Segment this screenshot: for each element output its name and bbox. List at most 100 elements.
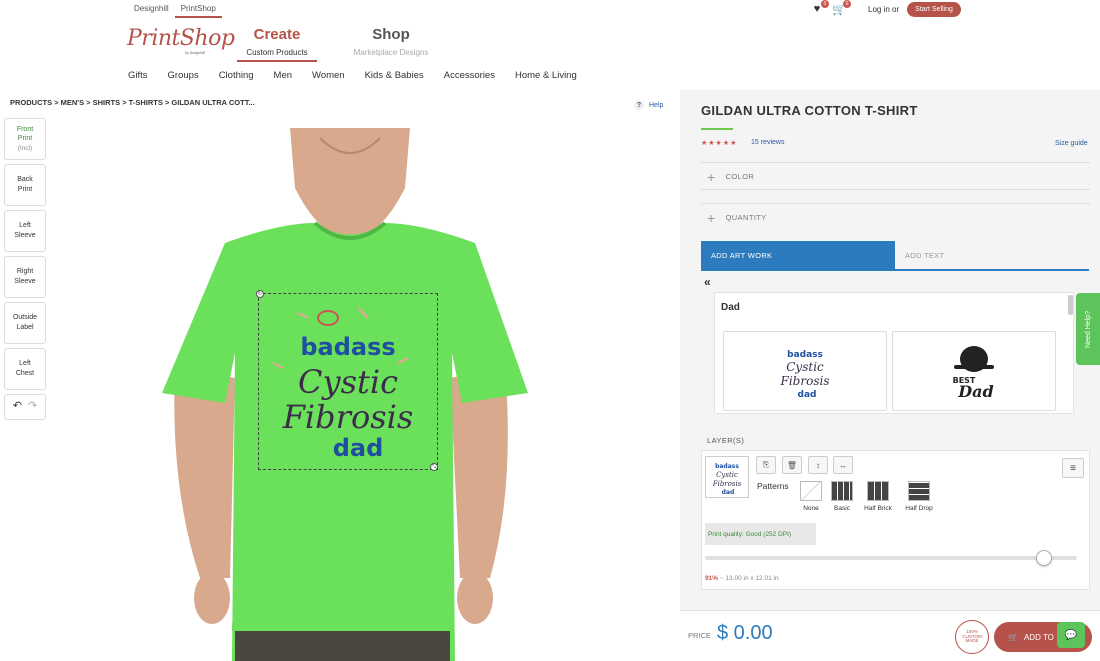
- undo-redo-group: ↶ ↷: [4, 394, 46, 420]
- scale-slider-track[interactable]: [705, 556, 1077, 560]
- plus-icon: +: [707, 168, 716, 185]
- layer-thumbnail-art: badass Cystic Fibrosis dad: [712, 463, 742, 496]
- header-right: ♥ 0 🛒 0 Log in or Start Selling: [810, 0, 961, 18]
- start-selling-button[interactable]: Start Selling: [907, 1, 961, 17]
- svg-text:Cystic: Cystic: [716, 471, 738, 479]
- nav-home-living[interactable]: Home & Living: [515, 70, 577, 81]
- help-link[interactable]: ? Help: [634, 100, 663, 110]
- logo-subtext: by designhill: [185, 50, 205, 55]
- help-label: Help: [649, 101, 664, 109]
- layers-label: LAYER(S): [707, 436, 745, 445]
- printshop-logo[interactable]: PrintShop by designhill: [127, 26, 235, 55]
- nav-men[interactable]: Men: [274, 70, 292, 81]
- rotate-handle-icon[interactable]: ↻: [256, 290, 264, 298]
- nav-create-title: Create: [253, 26, 301, 43]
- tab-add-artwork[interactable]: ADD ART WORK: [701, 241, 895, 269]
- pattern-basic-swatch: [831, 481, 853, 501]
- nav-gifts[interactable]: Gifts: [128, 70, 148, 81]
- nav-clothing[interactable]: Clothing: [219, 70, 254, 81]
- patterns-label: Patterns: [757, 481, 789, 491]
- svg-text:badass: badass: [715, 463, 739, 470]
- flip-vertical-icon[interactable]: ↕: [808, 456, 828, 474]
- category-nav: Gifts Groups Clothing Men Women Kids & B…: [128, 70, 597, 81]
- undo-icon[interactable]: ↶: [13, 399, 22, 414]
- pattern-none-swatch: [800, 481, 822, 501]
- cart-icon: 🛒: [1008, 632, 1018, 642]
- left-chest-button[interactable]: Left Chest: [4, 348, 46, 390]
- artwork-card[interactable]: badass Cystic Fibrosis dad: [723, 331, 887, 411]
- right-sleeve-button[interactable]: Right Sleeve: [4, 256, 46, 298]
- plus-icon: +: [707, 209, 716, 226]
- layer-menu-icon[interactable]: ≡: [1062, 458, 1084, 478]
- reviews-link[interactable]: 15 reviews: [751, 139, 784, 146]
- pattern-half-drop-option[interactable]: Half Drop: [899, 481, 939, 512]
- help-icon: ?: [634, 100, 644, 110]
- wishlist-icon[interactable]: ♥ 0: [810, 0, 829, 15]
- back-print-button[interactable]: Back Print: [4, 164, 46, 206]
- tab-add-text[interactable]: ADD TEXT: [895, 241, 1089, 269]
- pattern-half-brick-option[interactable]: Half Brick: [858, 481, 898, 512]
- title-underline: [701, 128, 733, 130]
- add-to-cart-label: ADD TO: [1023, 632, 1054, 642]
- pattern-half-brick-swatch: [867, 481, 889, 501]
- pattern-basic-option[interactable]: Basic: [822, 481, 862, 512]
- design-bounding-box[interactable]: [258, 293, 438, 470]
- wishlist-count: 0: [821, 0, 829, 8]
- quantity-label: QUANTITY: [725, 213, 767, 222]
- nav-create[interactable]: Create Custom Products: [237, 26, 317, 62]
- artwork-card[interactable]: BEST Dad: [892, 331, 1056, 411]
- artwork-category-title: Dad: [721, 302, 740, 313]
- nav-kids-babies[interactable]: Kids & Babies: [365, 70, 424, 81]
- svg-text:badass: badass: [787, 350, 823, 360]
- login-link[interactable]: Log in or: [868, 5, 899, 14]
- nav-shop-title: Shop: [372, 26, 410, 43]
- divider: [701, 189, 1090, 190]
- svg-text:Fibrosis: Fibrosis: [780, 374, 830, 388]
- color-label: COLOR: [725, 172, 755, 181]
- nav-create-sub: Custom Products: [237, 48, 317, 62]
- pattern-half-drop-swatch: [908, 481, 930, 501]
- layer-thumbnail[interactable]: badass Cystic Fibrosis dad: [705, 456, 749, 498]
- design-tabs: ADD ART WORK ADD TEXT: [701, 241, 1089, 271]
- product-title: GILDAN ULTRA COTTON T-SHIRT: [701, 103, 918, 118]
- svg-text:Fibrosis: Fibrosis: [712, 480, 742, 488]
- color-accordion[interactable]: + COLOR: [701, 162, 1090, 190]
- scale-slider-knob[interactable]: [1035, 550, 1052, 566]
- resize-handle-icon[interactable]: ⤡: [430, 463, 438, 471]
- nav-shop-sub: Marketplace Designs: [353, 48, 429, 57]
- delete-icon[interactable]: 🗑: [782, 456, 802, 474]
- duplicate-icon[interactable]: ⎘: [756, 456, 776, 474]
- need-help-button[interactable]: Need Help?: [1076, 293, 1100, 365]
- outside-label-button[interactable]: Outside Label: [4, 302, 46, 344]
- svg-text:dad: dad: [798, 390, 817, 400]
- print-area-tools: Front Print (Incl) Back Print Left Sleeve R…: [4, 118, 47, 424]
- nav-women[interactable]: Women: [312, 70, 345, 81]
- price-value: $ 0.00: [717, 622, 773, 644]
- logo-text: PrintShop: [127, 26, 235, 51]
- print-quality-indicator: Print quality: Good (252 DPI): [705, 523, 816, 545]
- price-label: PRICE: [688, 631, 711, 640]
- svg-text:Cystic: Cystic: [786, 360, 824, 374]
- svg-text:dad: dad: [722, 489, 735, 496]
- nav-shop[interactable]: Shop Marketplace Designs: [345, 26, 437, 57]
- svg-text:Dad: Dad: [957, 382, 993, 401]
- artwork-thumbnail: BEST Dad: [953, 346, 994, 401]
- quantity-accordion[interactable]: + QUANTITY: [701, 203, 1090, 231]
- left-sleeve-button[interactable]: Left Sleeve: [4, 210, 46, 252]
- artwork-scrollbar[interactable]: [1068, 295, 1073, 315]
- designhill-link[interactable]: Designhill: [128, 0, 175, 18]
- back-arrow-icon[interactable]: «: [704, 275, 711, 289]
- breadcrumb[interactable]: PRODUCTS > MEN'S > SHIRTS > T-SHIRTS > G…: [10, 98, 255, 107]
- top-links: Designhill PrintShop: [128, 0, 222, 18]
- nav-accessories[interactable]: Accessories: [444, 70, 495, 81]
- flip-horizontal-icon[interactable]: ↔: [833, 456, 853, 474]
- size-guide-link[interactable]: Size guide: [1055, 140, 1088, 147]
- front-print-button[interactable]: Front Print (Incl): [4, 118, 46, 160]
- chat-icon[interactable]: 💬: [1057, 622, 1085, 648]
- redo-icon[interactable]: ↷: [28, 399, 37, 414]
- cart-count: 0: [843, 0, 851, 8]
- cart-icon[interactable]: 🛒 0: [832, 0, 851, 16]
- printshop-link[interactable]: PrintShop: [174, 0, 222, 18]
- nav-groups[interactable]: Groups: [168, 70, 199, 81]
- size-info: 91% ~ 13.00 in x 12.01 in: [705, 575, 779, 582]
